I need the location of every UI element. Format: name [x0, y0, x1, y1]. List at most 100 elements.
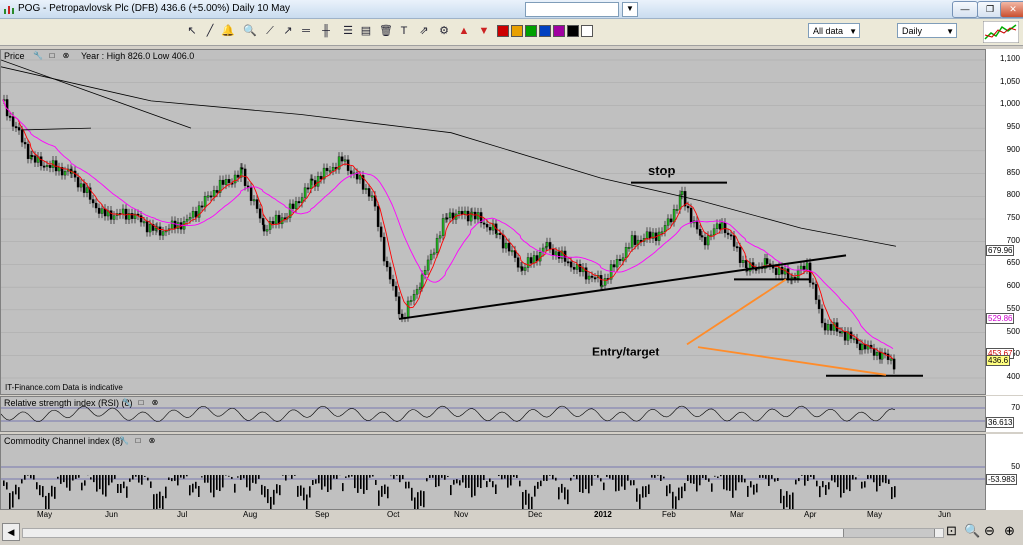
- pointer-icon[interactable]: ↖: [184, 23, 200, 39]
- text-icon[interactable]: T: [396, 23, 412, 39]
- buy-signal-icon[interactable]: ▲: [456, 23, 472, 39]
- cci-bar: [144, 475, 146, 477]
- color-swatch[interactable]: [539, 25, 551, 37]
- zoom-in-icon[interactable]: ⊕: [1004, 523, 1015, 539]
- cci-bar: [879, 475, 881, 487]
- cci-bar: [384, 484, 386, 495]
- cci-bar: [714, 475, 716, 477]
- cci-bar: [720, 475, 722, 477]
- cci-bar: [9, 492, 11, 509]
- entry-arrow-line: [686, 278, 787, 346]
- zoom-out-icon[interactable]: ⊖: [984, 523, 995, 539]
- color-swatch[interactable]: [497, 25, 509, 37]
- cci-bar: [429, 475, 431, 478]
- ray-icon[interactable]: ↗: [280, 23, 296, 39]
- candle-body: [624, 247, 628, 258]
- cci-bar: [774, 478, 776, 482]
- cci-bar: [765, 475, 767, 479]
- cci-bar: [813, 475, 815, 480]
- cci-bar: [753, 484, 755, 495]
- x-axis-label: Sep: [315, 510, 330, 519]
- zoom-icon[interactable]: 🔍: [242, 23, 258, 39]
- cci-bar: [537, 481, 539, 489]
- interval-select[interactable]: Daily ▼: [897, 23, 957, 38]
- symbol-input[interactable]: [525, 2, 619, 17]
- cci-bar: [198, 485, 200, 497]
- candle-body: [852, 338, 856, 341]
- channel-icon[interactable]: ▤: [358, 23, 374, 39]
- cci-bar: [156, 493, 158, 509]
- arrow-tool-icon[interactable]: ⇗: [416, 23, 432, 39]
- settings-icon[interactable]: ⚙: [436, 23, 452, 39]
- range-select[interactable]: All data ▼: [808, 23, 860, 38]
- cci-bar: [117, 484, 119, 494]
- sell-signal-icon[interactable]: ▼: [476, 23, 492, 39]
- scrollbar-thumb[interactable]: [843, 529, 935, 537]
- cci-bar: [237, 476, 239, 478]
- cci-bar: [675, 496, 677, 509]
- cci-bar: [618, 475, 620, 491]
- delete-icon[interactable]: 🗑: [378, 23, 394, 39]
- cci-bar: [45, 495, 47, 509]
- cci-bar: [450, 485, 452, 496]
- cci-bar: [363, 475, 365, 494]
- x-axis-label: Jun: [938, 510, 951, 519]
- color-swatch[interactable]: [553, 25, 565, 37]
- price-chart[interactable]: [1, 50, 985, 394]
- horizontal-scrollbar[interactable]: [22, 528, 944, 538]
- close-icon: ✕: [1009, 4, 1017, 14]
- x-axis-label: 2012: [594, 510, 612, 519]
- candle-body: [206, 195, 210, 198]
- zoom-box-icon[interactable]: 🔍: [964, 523, 980, 539]
- fibonacci-icon[interactable]: ☰: [340, 23, 356, 39]
- cci-chart[interactable]: [1, 435, 985, 509]
- cci-bar: [798, 478, 800, 482]
- color-swatch[interactable]: [581, 25, 593, 37]
- cci-bar: [702, 475, 704, 479]
- cci-bar: [108, 475, 110, 486]
- horizontal-line-icon[interactable]: ═: [298, 23, 314, 39]
- candle-body: [409, 300, 413, 302]
- cci-bar: [807, 475, 809, 481]
- cci-bar: [588, 475, 590, 494]
- x-axis-label: Dec: [528, 510, 543, 519]
- x-axis: May Jun Jul Aug Sep Oct Nov Dec 2012 Feb Mar Apr May…: [0, 510, 986, 519]
- color-swatch[interactable]: [511, 25, 523, 37]
- cci-bar: [132, 475, 134, 480]
- cci-bar: [747, 485, 749, 497]
- cci-bar: [201, 476, 203, 478]
- color-swatch[interactable]: [567, 25, 579, 37]
- rsi-chart[interactable]: [1, 397, 985, 431]
- cci-bar: [444, 475, 446, 480]
- candle-body: [423, 270, 427, 276]
- candle-body: [249, 186, 253, 201]
- rsi-panel[interactable]: Relative strength index (RSI) (8) 🔧 □ ⊗: [0, 396, 986, 432]
- alarm-bell-icon[interactable]: 🔔: [220, 23, 236, 39]
- cci-bar: [825, 484, 827, 495]
- vertical-line-icon[interactable]: ╫: [318, 23, 334, 39]
- candle-body: [331, 167, 335, 171]
- zoom-tool-icon[interactable]: ⊡: [946, 523, 957, 539]
- candle-body: [432, 252, 436, 255]
- cci-bar: [306, 494, 308, 509]
- candle-body: [20, 130, 24, 143]
- cci-bar: [687, 475, 689, 482]
- candle-body: [578, 263, 582, 273]
- symbol-dropdown-button[interactable]: ▼: [622, 2, 638, 17]
- color-swatch[interactable]: [525, 25, 537, 37]
- price-panel[interactable]: Price 🔧 □ ⊗ Year : High 826.0 Low 406.0 …: [0, 49, 986, 395]
- ruler-icon[interactable]: ╱: [202, 23, 218, 39]
- cci-panel[interactable]: Commodity Channel index (8) 🔧 □ ⊗: [0, 434, 986, 510]
- scroll-left-icon[interactable]: ◀: [2, 523, 20, 541]
- chart-type-icon[interactable]: [983, 21, 1019, 43]
- candle-body: [686, 205, 690, 209]
- minimize-button[interactable]: —: [952, 1, 978, 18]
- cci-bar: [195, 481, 197, 489]
- close-button[interactable]: ✕: [1000, 1, 1023, 18]
- cci-bar: [90, 477, 92, 480]
- price-tick: 1,000: [999, 99, 1020, 109]
- trendline-icon[interactable]: ⟋: [262, 23, 278, 39]
- candle-body: [57, 167, 61, 172]
- candle-body: [297, 201, 301, 204]
- cci-bar: [492, 481, 494, 488]
